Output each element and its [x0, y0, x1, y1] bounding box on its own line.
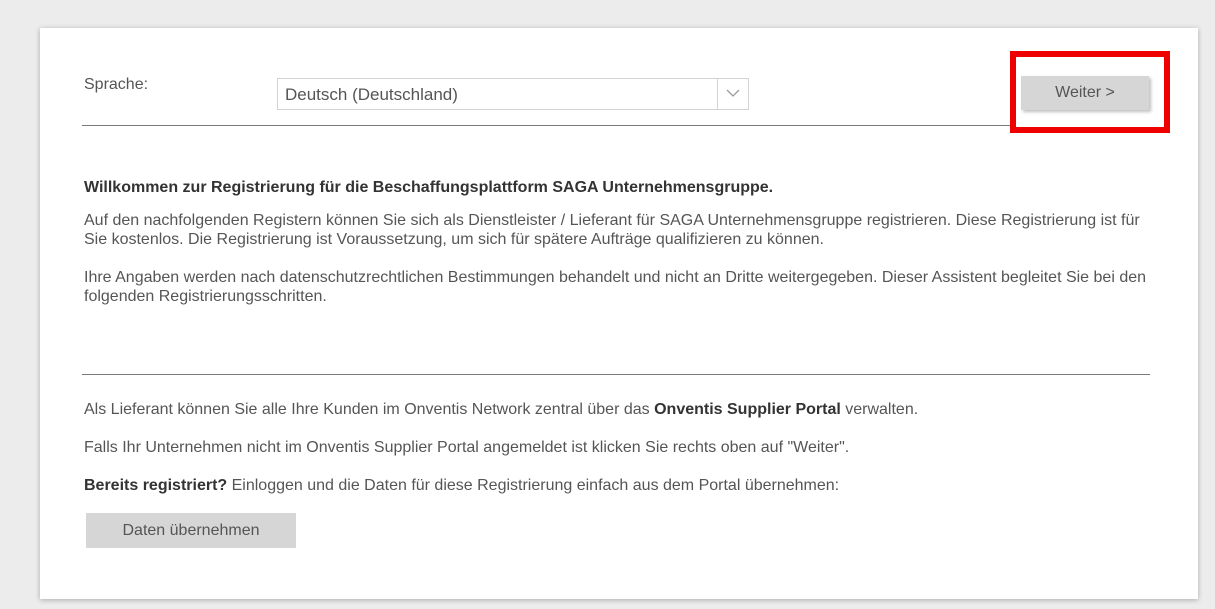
portal-info-line: Als Lieferant können Sie alle Ihre Kunde… [84, 400, 1154, 419]
section-divider [82, 374, 1150, 375]
intro-paragraph-2: Ihre Angaben werden nach datenschutzrech… [84, 269, 1147, 305]
dropdown-toggle[interactable] [717, 79, 748, 109]
portal-section: Als Lieferant können Sie alle Ihre Kunde… [84, 400, 1154, 514]
portal-info-text-pre: Als Lieferant können Sie alle Ihre Kunde… [84, 401, 655, 418]
portal-info-text-post: verwalten. [840, 401, 919, 418]
language-select-value: Deutsch (Deutschland) [285, 85, 458, 104]
already-registered-label: Bereits registriert? [84, 477, 228, 494]
registration-card: Sprache: Deutsch (Deutschland) Weiter > … [40, 28, 1198, 599]
chevron-down-icon [726, 89, 740, 97]
language-select[interactable]: Deutsch (Deutschland) [277, 78, 749, 110]
intro-paragraph-1: Auf den nachfolgenden Registern können S… [84, 212, 1140, 248]
next-button[interactable]: Weiter > [1021, 76, 1149, 110]
welcome-heading: Willkommen zur Registrierung für die Bes… [84, 179, 774, 196]
already-registered-text: Einloggen und die Daten für diese Regist… [227, 477, 840, 494]
import-data-button[interactable]: Daten übernehmen [86, 513, 296, 548]
supplier-portal-name: Onventis Supplier Portal [654, 401, 841, 418]
language-label: Sprache: [84, 76, 149, 93]
already-registered-line: Bereits registriert? Einloggen und die D… [84, 476, 1154, 495]
header-divider [82, 125, 1010, 126]
intro-section: Willkommen zur Registrierung für die Bes… [84, 178, 1154, 325]
language-row: Sprache: Deutsch (Deutschland) Weiter > [40, 28, 1198, 133]
not-registered-hint: Falls Ihr Unternehmen nicht im Onventis … [84, 439, 850, 456]
